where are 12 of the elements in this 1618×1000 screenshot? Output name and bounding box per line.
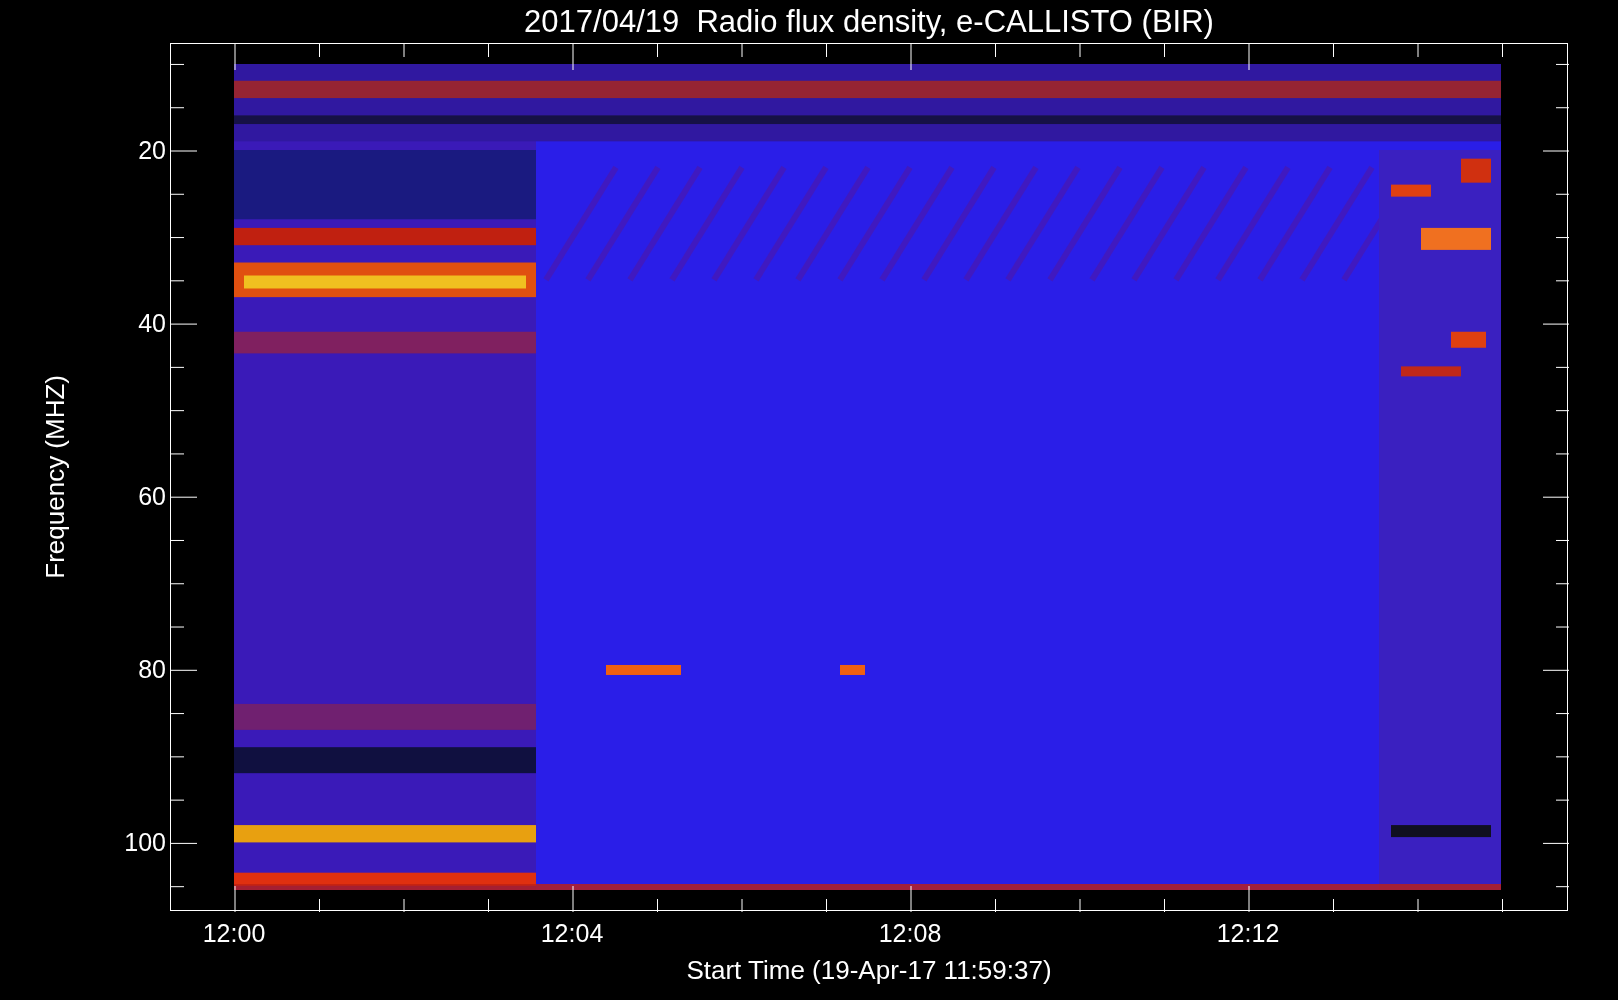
x-tick-label: 12:08 [878,921,942,946]
x-tick-label: 12:00 [202,921,266,946]
y-axis-label: Frequency (MHZ) [42,375,68,579]
y-tick-label: 40 [138,310,166,336]
y-tick-label: 20 [138,137,166,163]
y-tick-label: 60 [138,483,166,509]
x-tick-label: 12:04 [540,921,604,946]
x-tick-label: 12:12 [1216,921,1280,946]
chart-title: 2017/04/19 Radio flux density, e-CALLISTO (BIR) [524,6,1214,37]
y-tick-label: 100 [124,829,166,855]
x-axis-label: Start Time (19-Apr-17 11:59:37) [686,957,1052,983]
y-tick-label: 80 [138,656,166,682]
